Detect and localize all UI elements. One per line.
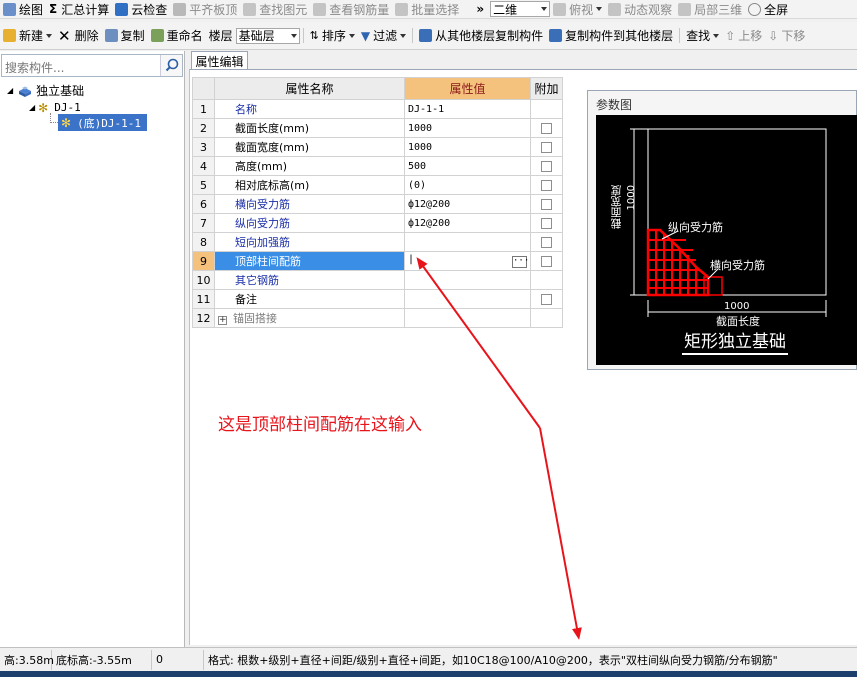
annotation-arrows [416,257,582,640]
status-zero: 0 [152,649,204,670]
status-elevation: 高:3.58m [0,649,54,670]
annotation-text: 这是顶部柱间配筋在这输入 [218,415,422,435]
status-format-hint: 格式: 根数+级别+直径+间距/级别+直径+间距，如10C18@100/A10@… [208,653,778,667]
taskbar [0,671,857,677]
status-bar: 高:3.58m 底标高:-3.55m 0 格式: 根数+级别+直径+间距/级别+… [0,647,857,671]
status-bottom-elevation: 底标高:-3.55m [52,649,152,670]
